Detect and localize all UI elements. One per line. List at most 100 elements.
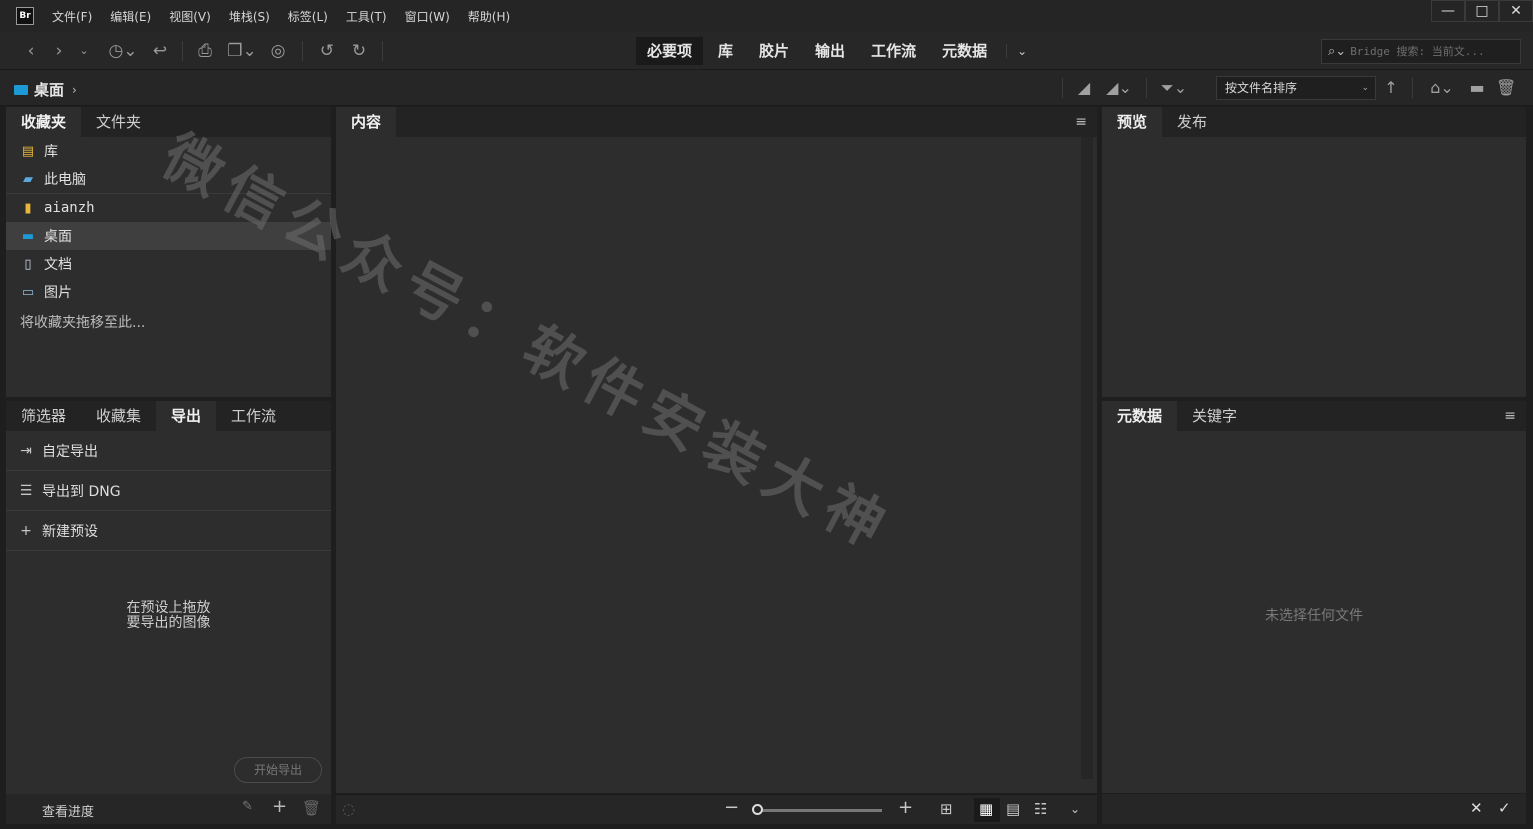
tab-metadata[interactable]: 元数据 bbox=[1102, 401, 1178, 431]
tab-collections[interactable]: 收藏集 bbox=[81, 401, 156, 431]
zoom-in-icon[interactable]: + bbox=[898, 797, 913, 818]
rating-filter-icon[interactable]: ◢⌄ bbox=[1102, 78, 1136, 98]
workspace-output[interactable]: 输出 bbox=[804, 37, 856, 65]
tab-publish[interactable]: 发布 bbox=[1162, 107, 1222, 137]
sort-ascending-icon[interactable]: ↑ bbox=[1382, 78, 1400, 98]
rotate-left-icon[interactable]: ↺ bbox=[316, 40, 338, 62]
restore-button[interactable]: □ bbox=[1465, 0, 1499, 22]
trash-icon[interactable]: 🗑 bbox=[302, 799, 321, 817]
favorite-label: aianzh bbox=[44, 200, 95, 216]
close-button[interactable]: ✕ bbox=[1499, 0, 1533, 22]
content-panel: 内容 ≡ bbox=[336, 107, 1097, 793]
menu-items: 文件(F) 编辑(E) 视图(V) 堆栈(S) 标签(L) 工具(T) 窗口(W… bbox=[52, 8, 528, 25]
tab-favorites[interactable]: 收藏夹 bbox=[6, 107, 82, 137]
back-icon[interactable]: ‹ bbox=[22, 40, 40, 62]
favorite-desktop[interactable]: ▬ 桌面 bbox=[6, 222, 331, 250]
cancel-icon[interactable]: ✕ bbox=[1470, 799, 1483, 817]
menu-file[interactable]: 文件(F) bbox=[52, 8, 92, 25]
tab-content[interactable]: 内容 bbox=[336, 107, 397, 137]
quality-icon[interactable]: ◢ bbox=[1074, 78, 1094, 98]
tab-keywords[interactable]: 关键字 bbox=[1177, 401, 1252, 431]
search-input[interactable] bbox=[1350, 45, 1501, 58]
menu-tools[interactable]: 工具(T) bbox=[346, 8, 387, 25]
export-panel: 筛选器 收藏集 导出 工作流 ⇥ 自定导出 ☰ 导出到 DNG + 新建预设 在… bbox=[6, 401, 331, 824]
export-to-dng[interactable]: ☰ 导出到 DNG bbox=[6, 471, 331, 511]
thumbnail-view-icon[interactable]: ▦ bbox=[979, 800, 993, 818]
user-folder-icon: ▮ bbox=[24, 200, 32, 216]
toolbar-separator bbox=[1146, 78, 1147, 98]
workspace-workflow[interactable]: 工作流 bbox=[860, 37, 927, 65]
open-recent-icon[interactable]: ⌂⌄ bbox=[1424, 78, 1460, 98]
edit-icon[interactable]: ✎ bbox=[242, 799, 253, 814]
menu-stack[interactable]: 堆栈(S) bbox=[229, 8, 270, 25]
tab-filter[interactable]: 筛选器 bbox=[6, 401, 81, 431]
forward-icon[interactable]: › bbox=[50, 40, 68, 62]
refine-icon[interactable]: ❐⌄ bbox=[224, 40, 260, 62]
camera-import-icon[interactable]: ⎙ bbox=[194, 40, 216, 62]
search-box: ⌕⌄ bbox=[1321, 39, 1521, 64]
minimize-button[interactable]: — bbox=[1431, 0, 1465, 22]
export-tabstrip: 筛选器 收藏集 导出 工作流 bbox=[6, 401, 331, 431]
favorite-library[interactable]: ▤ 库 bbox=[6, 137, 331, 165]
breadcrumb-current[interactable]: 桌面 bbox=[34, 79, 64, 100]
menu-window[interactable]: 窗口(W) bbox=[405, 8, 450, 25]
panel-menu-icon[interactable]: ≡ bbox=[1504, 408, 1516, 424]
favorite-this-pc[interactable]: ▰ 此电脑 bbox=[6, 165, 331, 193]
chevron-down-icon[interactable]: ⌄ bbox=[1070, 802, 1080, 816]
workspace-library[interactable]: 库 bbox=[707, 37, 744, 65]
tab-workflow[interactable]: 工作流 bbox=[216, 401, 291, 431]
slider-handle[interactable] bbox=[752, 804, 763, 815]
tab-export[interactable]: 导出 bbox=[156, 401, 217, 431]
tab-preview[interactable]: 预览 bbox=[1102, 107, 1163, 137]
tab-folders[interactable]: 文件夹 bbox=[81, 107, 156, 137]
filter-icon[interactable]: ⏷⌄ bbox=[1156, 78, 1192, 98]
toolbar: ‹ › ⌄ ◷⌄ ↩ ⎙ ❐⌄ ◎ ↺ ↻ 必要项 库 胶片 输出 工作流 元数… bbox=[0, 32, 1533, 70]
new-preset[interactable]: + 新建预设 bbox=[6, 511, 331, 551]
trash-icon[interactable]: 🗑 bbox=[1496, 78, 1516, 98]
toolbar-separator bbox=[1412, 78, 1413, 98]
recent-history-icon[interactable]: ◷⌄ bbox=[106, 40, 140, 62]
favorite-label: 文档 bbox=[44, 257, 72, 273]
menu-edit[interactable]: 编辑(E) bbox=[110, 8, 151, 25]
window-controls: — □ ✕ bbox=[1431, 0, 1533, 24]
new-folder-icon[interactable]: ▬ bbox=[1466, 78, 1488, 98]
view-progress-link[interactable]: 查看进度 bbox=[42, 801, 94, 820]
workspace-metadata[interactable]: 元数据 bbox=[931, 37, 998, 65]
favorite-user-folder[interactable]: ▮ aianzh bbox=[6, 194, 331, 222]
export-row-label: 自定导出 bbox=[42, 443, 98, 460]
search-icon[interactable]: ⌕⌄ bbox=[1328, 44, 1346, 59]
menu-view[interactable]: 视图(V) bbox=[169, 8, 211, 25]
content-scrollbar[interactable] bbox=[1081, 137, 1093, 779]
apply-icon[interactable]: ✓ bbox=[1498, 799, 1511, 817]
list-icon: ☰ bbox=[19, 482, 33, 499]
no-file-selected: 未选择任何文件 bbox=[1265, 608, 1363, 624]
menu-help[interactable]: 帮助(H) bbox=[468, 8, 510, 25]
breadcrumb[interactable]: 桌面 › bbox=[14, 79, 77, 100]
favorite-label: 桌面 bbox=[44, 229, 72, 245]
photo-downloader-icon[interactable]: ◎ bbox=[268, 40, 288, 62]
favorite-documents[interactable]: ▯ 文档 bbox=[6, 250, 331, 278]
add-icon[interactable]: + bbox=[272, 796, 287, 817]
zoom-out-icon[interactable]: − bbox=[724, 797, 739, 818]
menu-label[interactable]: 标签(L) bbox=[288, 8, 328, 25]
favorite-pictures[interactable]: ▭ 图片 bbox=[6, 278, 331, 306]
start-export-button[interactable]: 开始导出 bbox=[234, 757, 322, 783]
chevron-right-icon[interactable]: › bbox=[72, 83, 77, 97]
chevron-down-icon[interactable]: ⌄ bbox=[76, 40, 92, 62]
lock-grid-icon[interactable]: ⊞ bbox=[940, 800, 953, 818]
sort-dropdown[interactable]: 按文件名排序 ⌄ bbox=[1216, 76, 1376, 100]
workspace-essentials[interactable]: 必要项 bbox=[636, 37, 704, 65]
plus-icon: + bbox=[20, 522, 32, 539]
panel-menu-icon[interactable]: ≡ bbox=[1075, 114, 1087, 130]
list-view-icon[interactable]: ☷ bbox=[1034, 800, 1047, 818]
metadata-tabstrip: 元数据 关键字 bbox=[1102, 401, 1526, 431]
thumbnail-size-slider[interactable] bbox=[754, 809, 882, 812]
boomerang-icon[interactable]: ↩ bbox=[150, 40, 170, 62]
favorites-tabstrip: 收藏夹 文件夹 bbox=[6, 107, 331, 137]
export-custom[interactable]: ⇥ 自定导出 bbox=[6, 431, 331, 471]
details-view-icon[interactable]: ▤ bbox=[1006, 800, 1020, 818]
export-icon: ⇥ bbox=[20, 442, 32, 459]
chevron-down-icon[interactable]: ⌄ bbox=[1006, 44, 1027, 58]
rotate-right-icon[interactable]: ↻ bbox=[348, 40, 370, 62]
workspace-filmstrip[interactable]: 胶片 bbox=[748, 37, 800, 65]
